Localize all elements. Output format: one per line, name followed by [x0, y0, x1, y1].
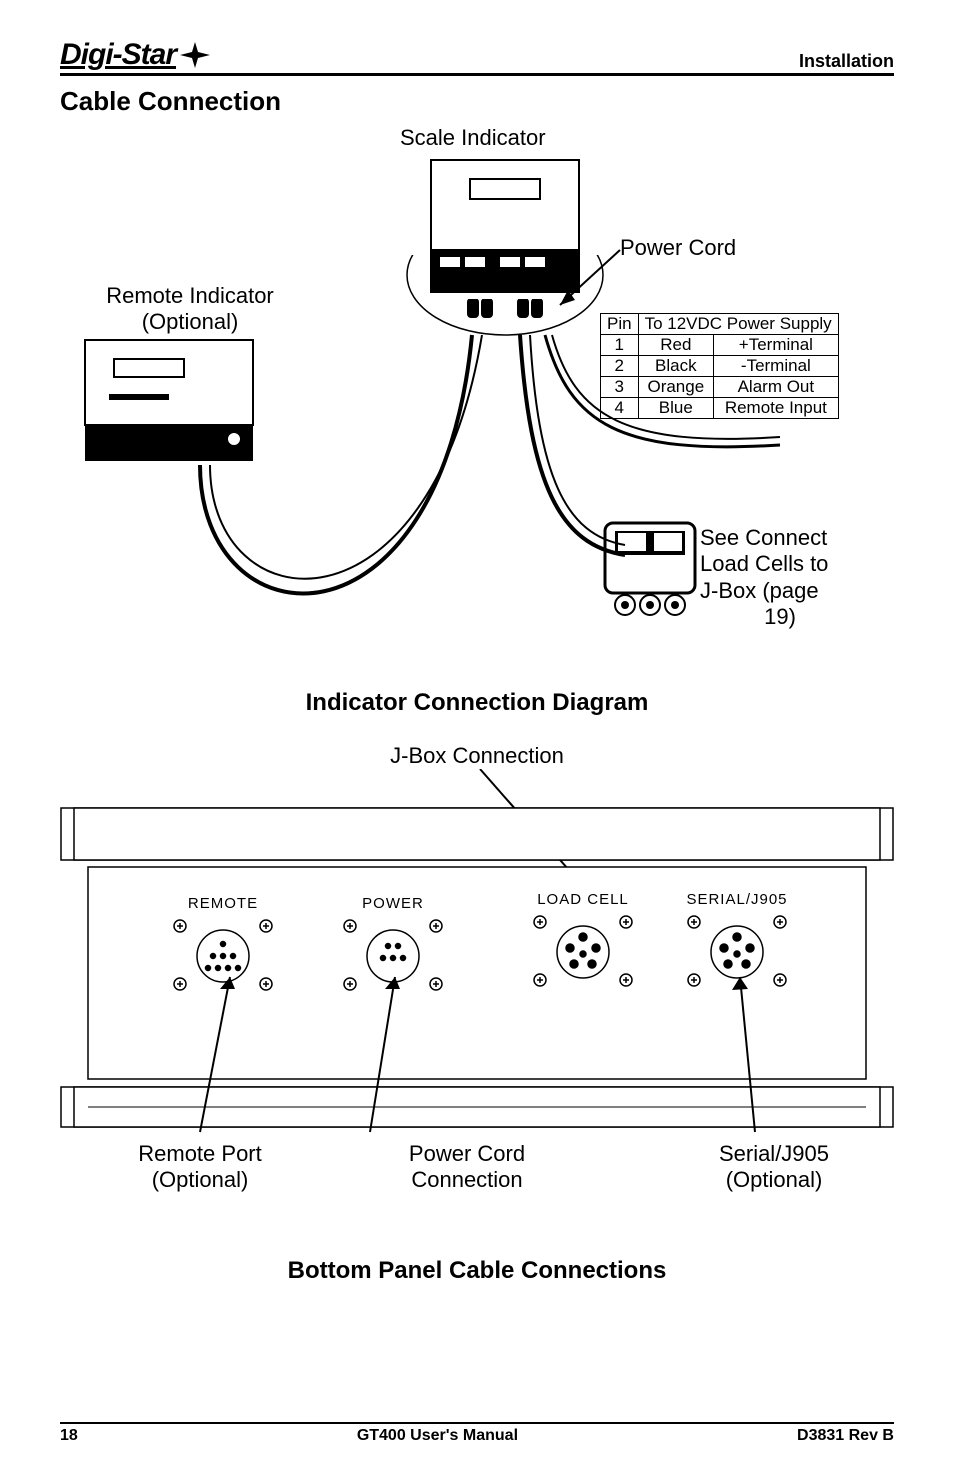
footer-doc-rev: D3831 Rev B	[797, 1427, 894, 1445]
caption-bottom-panel: Bottom Panel Cable Connections	[60, 1257, 894, 1285]
footer-page-number: 18	[60, 1427, 78, 1445]
indicator-connection-diagram: Scale Indicator Power Cord Remote Indica…	[60, 125, 894, 685]
logo: Digi-Star	[60, 38, 210, 72]
caption-indicator-diagram: Indicator Connection Diagram	[60, 689, 894, 717]
label-jbox-connection: J-Box Connection	[390, 743, 564, 769]
connector-icon	[528, 912, 638, 990]
table-row: 2 Black -Terminal	[601, 356, 839, 377]
pin-table: Pin To 12VDC Power Supply 1 Red +Termina…	[600, 313, 839, 419]
bottom-labels-row: Remote Port (Optional) Power Cord Connec…	[60, 1141, 894, 1194]
arrow-power-cord-connection	[340, 967, 420, 1137]
label-power-cord-connection: Power Cord Connection	[367, 1141, 567, 1194]
table-row: 3 Orange Alarm Out	[601, 377, 839, 398]
logo-text: Digi-Star	[60, 38, 176, 72]
section-name: Installation	[799, 51, 894, 72]
port-power-label: POWER	[338, 895, 448, 912]
section-title-cable-connection: Cable Connection	[60, 86, 894, 117]
port-serial-label: SERIAL/J905	[682, 891, 792, 908]
pin-table-header-pin: Pin	[601, 314, 639, 335]
star-icon	[178, 41, 212, 69]
label-remote-port: Remote Port (Optional)	[100, 1141, 300, 1194]
arrow-remote-port	[180, 967, 260, 1137]
label-serial-port: Serial/J905 (Optional)	[674, 1141, 874, 1194]
table-row: 1 Red +Terminal	[601, 335, 839, 356]
port-load-cell: LOAD CELL	[528, 891, 638, 995]
arrow-serial-port	[700, 967, 780, 1137]
table-row: 4 Blue Remote Input	[601, 398, 839, 419]
pin-table-header-desc: To 12VDC Power Supply	[638, 314, 838, 335]
page-footer: 18 GT400 User's Manual D3831 Rev B	[60, 1422, 894, 1445]
port-load-cell-label: LOAD CELL	[528, 891, 638, 908]
bottom-panel-diagram: J-Box Connection REMOTE	[60, 747, 894, 1177]
page-header: Digi-Star Installation	[60, 38, 894, 76]
footer-manual-name: GT400 User's Manual	[357, 1427, 518, 1445]
port-remote-label: REMOTE	[168, 895, 278, 912]
